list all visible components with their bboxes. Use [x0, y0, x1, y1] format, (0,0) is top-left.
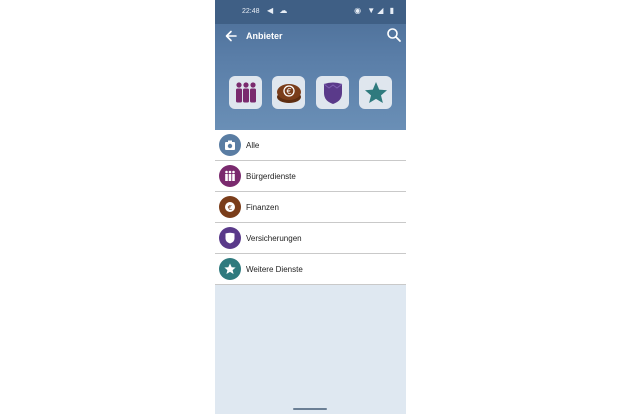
- status-time: 22:48: [242, 8, 260, 15]
- search-icon[interactable]: [386, 27, 402, 43]
- list-item-buergerdienste[interactable]: Bürgerdienste: [215, 161, 406, 192]
- star-icon: [219, 258, 241, 280]
- svg-text:€: €: [228, 204, 232, 212]
- app-bar: Anbieter: [215, 24, 406, 48]
- system-status-icons: ◉ ▼◢ ▮: [354, 6, 396, 15]
- tile-weitere-dienste[interactable]: [359, 76, 392, 109]
- back-arrow-icon[interactable]: [223, 28, 239, 44]
- camera-icon: [219, 134, 241, 156]
- list-item-label: Weitere Dienste: [246, 265, 303, 274]
- coin-euro-icon: €: [276, 83, 301, 103]
- list-item-finanzen[interactable]: € Finanzen: [215, 192, 406, 223]
- provider-list: Alle Bürgerdienste € Finanzen Versicheru…: [215, 130, 406, 285]
- list-item-label: Versicherungen: [246, 234, 302, 243]
- list-item-alle[interactable]: Alle: [215, 130, 406, 161]
- people-icon: [235, 81, 256, 102]
- list-item-weitere-dienste[interactable]: Weitere Dienste: [215, 254, 406, 285]
- shield-icon: [219, 227, 241, 249]
- tile-finanzen[interactable]: €: [272, 76, 305, 109]
- coin-euro-icon: €: [219, 196, 241, 218]
- tile-versicherungen[interactable]: [316, 76, 349, 109]
- list-item-versicherungen[interactable]: Versicherungen: [215, 223, 406, 254]
- status-bar: 22:48 ◀ ☁ ◉ ▼◢ ▮: [215, 0, 406, 24]
- notification-icons: ◀ ☁: [267, 6, 290, 15]
- header: 22:48 ◀ ☁ ◉ ▼◢ ▮ Anbieter €: [215, 0, 406, 130]
- tile-buergerdienste[interactable]: [229, 76, 262, 109]
- shield-icon: [323, 82, 342, 104]
- phone-screen: 22:48 ◀ ☁ ◉ ▼◢ ▮ Anbieter € Alle Bürgerd…: [215, 0, 406, 414]
- svg-text:€: €: [286, 87, 291, 96]
- gesture-nav-handle[interactable]: [293, 408, 327, 410]
- list-item-label: Finanzen: [246, 203, 279, 212]
- list-item-label: Bürgerdienste: [246, 172, 296, 181]
- category-tiles: €: [229, 76, 392, 110]
- list-item-label: Alle: [246, 141, 260, 150]
- people-icon: [219, 165, 241, 187]
- star-icon: [364, 81, 387, 103]
- page-title: Anbieter: [246, 31, 283, 41]
